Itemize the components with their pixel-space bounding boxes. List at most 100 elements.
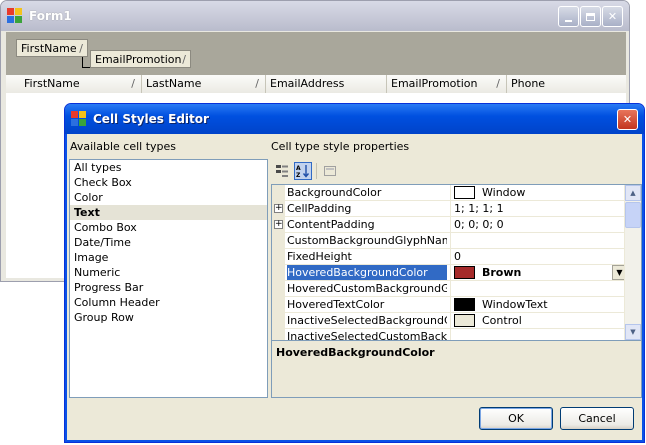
- svg-text:A: A: [296, 165, 301, 172]
- scroll-up-icon: ▲: [630, 189, 636, 197]
- column-header-row: FirstName / LastName / EmailAddress EmailP…: [6, 75, 626, 94]
- property-value[interactable]: [450, 281, 628, 296]
- expand-icon[interactable]: +: [274, 220, 283, 229]
- property-row[interactable]: InactiveSelectedBackgroundColo Control: [272, 313, 628, 329]
- property-row[interactable]: HoveredCustomBackgroundGlyph: [272, 281, 628, 297]
- property-row[interactable]: InactiveSelectedCustomBackgrou: [272, 329, 628, 341]
- property-name: HoveredTextColor: [287, 298, 385, 311]
- property-row[interactable]: CustomBackgroundGlyphName: [272, 233, 628, 249]
- column-header-lastname[interactable]: LastName /: [142, 75, 266, 93]
- property-value-text: 1; 1; 1; 1: [454, 202, 504, 215]
- available-cell-types-label: Available cell types: [70, 140, 177, 153]
- property-row[interactable]: HoveredTextColor WindowText: [272, 297, 628, 313]
- categorized-button[interactable]: [273, 162, 291, 180]
- property-value-text: Brown: [482, 266, 522, 279]
- property-name: InactiveSelectedCustomBackgrou: [287, 330, 447, 341]
- property-row[interactable]: + CellPadding 1; 1; 1; 1: [272, 201, 628, 217]
- property-row[interactable]: + ContentPadding 0; 0; 0; 0: [272, 217, 628, 233]
- list-item[interactable]: Color: [70, 190, 267, 205]
- property-value-text: WindowText: [482, 298, 548, 311]
- column-label: EmailAddress: [270, 77, 345, 90]
- group-by-panel[interactable]: FirstName / EmailPromotion /: [6, 32, 626, 75]
- property-value[interactable]: [450, 329, 628, 340]
- description-title: HoveredBackgroundColor: [276, 346, 435, 359]
- property-value-text: 0; 0; 0; 0: [454, 218, 504, 231]
- form1-title: Form1: [29, 9, 72, 23]
- form1-titlebar[interactable]: Form1 ✕: [1, 1, 629, 31]
- color-swatch: [454, 297, 475, 311]
- list-item[interactable]: All types: [70, 160, 267, 175]
- list-item[interactable]: Image: [70, 250, 267, 265]
- minimize-button[interactable]: [558, 6, 579, 27]
- property-value[interactable]: 1; 1; 1; 1: [450, 201, 628, 216]
- vertical-scrollbar[interactable]: ▲ ▼: [624, 185, 641, 340]
- list-item-selected[interactable]: Text: [70, 205, 267, 220]
- column-header-phone[interactable]: Phone: [507, 75, 626, 93]
- list-item[interactable]: Combo Box: [70, 220, 267, 235]
- property-row-selected[interactable]: HoveredBackgroundColor Brown ▼: [272, 265, 628, 281]
- cell-styles-editor-dialog: Cell Styles Editor ✕ Available cell type…: [64, 103, 645, 443]
- property-pages-button[interactable]: [321, 162, 339, 180]
- column-header-emailpromotion[interactable]: EmailPromotion /: [387, 75, 507, 93]
- cancel-button[interactable]: Cancel: [560, 407, 634, 430]
- color-swatch: [454, 265, 475, 279]
- property-name: ContentPadding: [287, 218, 375, 231]
- expand-icon[interactable]: +: [274, 204, 283, 213]
- dialog-title: Cell Styles Editor: [93, 112, 209, 126]
- list-item[interactable]: Column Header: [70, 295, 267, 310]
- scroll-down-icon: ▼: [630, 328, 636, 336]
- scroll-down-button[interactable]: ▼: [625, 324, 641, 340]
- property-grid-toolbar: AZ: [271, 160, 391, 182]
- property-name: FixedHeight: [287, 250, 352, 263]
- scroll-thumb[interactable]: [625, 202, 641, 228]
- dialog-close-button[interactable]: ✕: [617, 109, 638, 130]
- property-name: CellPadding: [287, 202, 352, 215]
- alphabetical-button[interactable]: AZ: [294, 162, 312, 180]
- group-chip-emailpromotion[interactable]: EmailPromotion /: [90, 50, 191, 68]
- column-label: EmailPromotion: [391, 77, 478, 90]
- ok-button[interactable]: OK: [479, 407, 553, 430]
- form1-close-button[interactable]: ✕: [602, 6, 623, 27]
- sort-icon: /: [182, 52, 186, 66]
- column-header-emailaddress[interactable]: EmailAddress: [266, 75, 387, 93]
- property-name: InactiveSelectedBackgroundColo: [287, 314, 447, 327]
- property-name: BackgroundColor: [287, 186, 382, 199]
- sort-icon: /: [79, 41, 83, 55]
- categorized-icon: [276, 165, 288, 177]
- property-value[interactable]: Control: [450, 313, 628, 328]
- property-value[interactable]: 0; 0; 0; 0: [450, 217, 628, 232]
- property-value[interactable]: Window: [450, 185, 628, 200]
- list-item[interactable]: Numeric: [70, 265, 267, 280]
- cell-types-list[interactable]: All types Check Box Color Text Combo Box…: [69, 159, 268, 398]
- dialog-titlebar[interactable]: Cell Styles Editor ✕: [65, 104, 644, 134]
- list-item[interactable]: Date/Time: [70, 235, 267, 250]
- group-chip-label: EmailPromotion: [95, 52, 182, 66]
- property-value[interactable]: Brown ▼: [450, 265, 628, 280]
- property-pages-icon: [324, 166, 336, 176]
- list-item[interactable]: Progress Bar: [70, 280, 267, 295]
- maximize-icon: [586, 12, 595, 21]
- property-value[interactable]: [450, 233, 628, 248]
- column-label: Phone: [511, 77, 546, 90]
- list-item[interactable]: Check Box: [70, 175, 267, 190]
- property-row[interactable]: FixedHeight 0: [272, 249, 628, 265]
- list-item[interactable]: Group Row: [70, 310, 267, 325]
- column-header-firstname[interactable]: FirstName /: [6, 75, 142, 93]
- group-chip-firstname[interactable]: FirstName /: [16, 39, 88, 57]
- close-icon: ✕: [622, 113, 633, 126]
- property-grid[interactable]: BackgroundColor Window + CellPadding 1; 1; 1…: [271, 184, 642, 341]
- property-row[interactable]: BackgroundColor Window: [272, 185, 628, 201]
- toolbar-separator: [316, 163, 317, 179]
- property-value[interactable]: 0: [450, 249, 628, 264]
- close-icon: ✕: [607, 10, 618, 23]
- sort-icon: /: [496, 77, 500, 90]
- scroll-up-button[interactable]: ▲: [625, 185, 641, 201]
- style-properties-label: Cell type style properties: [271, 140, 410, 153]
- alphabetical-icon: AZ: [296, 165, 310, 178]
- color-swatch: [454, 185, 475, 199]
- maximize-button[interactable]: [580, 6, 601, 27]
- app-icon: [7, 8, 23, 24]
- column-label: FirstName: [24, 77, 80, 90]
- property-value-text: 0: [454, 250, 461, 263]
- property-value[interactable]: WindowText: [450, 297, 628, 312]
